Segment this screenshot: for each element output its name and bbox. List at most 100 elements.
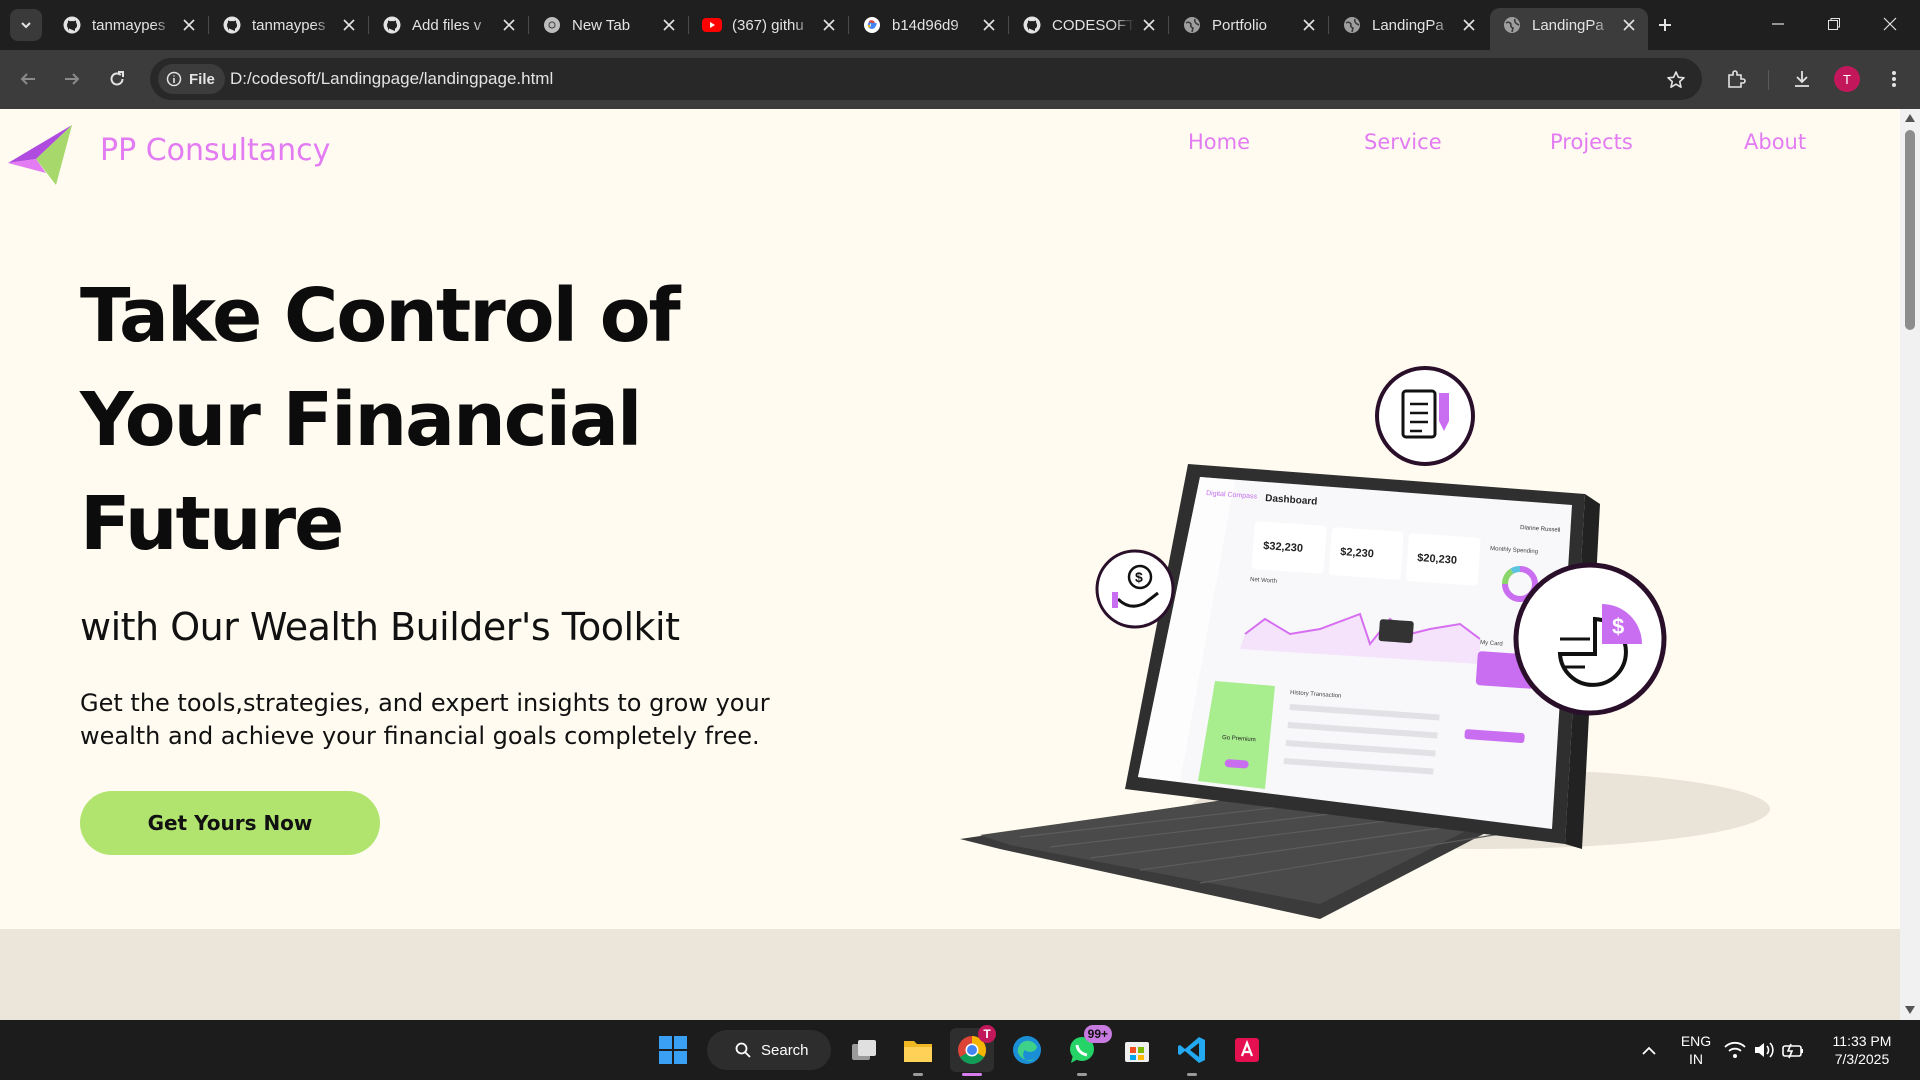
- browser-tab[interactable]: (367) githu: [690, 8, 849, 42]
- forward-button[interactable]: [56, 63, 88, 95]
- tab-close-button[interactable]: [1300, 16, 1318, 34]
- tab-close-button[interactable]: [980, 16, 998, 34]
- taskbar-file-explorer[interactable]: [896, 1028, 940, 1076]
- donut-segment-3: [1510, 566, 1521, 574]
- back-button[interactable]: [12, 63, 44, 95]
- browser-menu-button[interactable]: [1878, 63, 1910, 95]
- stat-value-2: $2,230: [1340, 546, 1374, 560]
- info-icon: [166, 71, 182, 87]
- chevron-up-icon: [1642, 1046, 1656, 1055]
- taskbar-vscode[interactable]: [1170, 1028, 1214, 1076]
- tab-title: tanmaypes: [92, 16, 166, 34]
- tray-overflow-button[interactable]: [1626, 1028, 1672, 1072]
- tab-close-button[interactable]: [180, 16, 198, 34]
- close-icon: [1883, 17, 1897, 31]
- clock[interactable]: 11:33 PM 7/3/2025: [1820, 1032, 1904, 1068]
- tab-close-button[interactable]: [340, 16, 358, 34]
- start-button[interactable]: [651, 1028, 695, 1072]
- scroll-down-button[interactable]: [1904, 1004, 1916, 1016]
- nav-projects[interactable]: Projects: [1550, 130, 1633, 154]
- star-icon: [1667, 71, 1685, 88]
- site-info-chip[interactable]: File: [158, 64, 225, 94]
- tab-close-button[interactable]: [1140, 16, 1158, 34]
- profile-avatar[interactable]: T: [1834, 66, 1860, 92]
- url-text[interactable]: D:/codesoft/Landingpage/landingpage.html: [230, 69, 553, 89]
- downloads-button[interactable]: [1786, 63, 1818, 95]
- tab-title: CODESOFT: [1052, 16, 1134, 34]
- taskbar-chrome[interactable]: T: [950, 1025, 996, 1076]
- close-window-button[interactable]: [1870, 8, 1910, 40]
- taskbar-search[interactable]: Search: [707, 1030, 831, 1070]
- address-bar[interactable]: File D:/codesoft/Landingpage/landingpage…: [150, 58, 1702, 100]
- browser-tab[interactable]: LandingPa: [1330, 8, 1488, 42]
- nav-service[interactable]: Service: [1364, 130, 1442, 154]
- toolbar-divider: [1768, 70, 1769, 90]
- tab-search-button[interactable]: [10, 9, 42, 41]
- chevron-down-icon: [21, 22, 31, 29]
- tab-close-button[interactable]: [1620, 16, 1638, 34]
- browser-tab[interactable]: CODESOFT: [1010, 8, 1169, 42]
- browser-tab[interactable]: New Tab: [530, 8, 689, 42]
- pie-chart-dollar-circle-icon: $: [1513, 562, 1667, 716]
- hero-title-line-3: Future: [80, 481, 344, 567]
- globe-icon: [1502, 15, 1522, 35]
- vscode-icon: [1178, 1037, 1205, 1063]
- minimize-button[interactable]: [1758, 8, 1798, 40]
- running-indicator: [913, 1073, 923, 1076]
- bookmark-button[interactable]: [1662, 66, 1690, 94]
- extensions-button[interactable]: [1720, 63, 1752, 95]
- hero-title-line-1: Take Control of: [80, 273, 681, 359]
- close-icon: [343, 19, 355, 31]
- github-icon: [222, 15, 242, 35]
- arrow-left-icon: [20, 73, 35, 85]
- reload-button[interactable]: [101, 63, 133, 95]
- arrow-right-icon: [65, 73, 80, 85]
- quick-settings-button[interactable]: [1720, 1028, 1810, 1072]
- brand-logo: [8, 125, 72, 185]
- globe-icon: [1182, 15, 1202, 35]
- hero-subtitle: with Our Wealth Builder's Toolkit: [80, 605, 680, 649]
- tab-close-button[interactable]: [500, 16, 518, 34]
- new-tab-button[interactable]: [1650, 10, 1680, 40]
- taskbar-autocad[interactable]: [1225, 1028, 1269, 1072]
- github-icon: [382, 15, 402, 35]
- brand-name[interactable]: PP Consultancy: [100, 133, 330, 168]
- get-yours-now-button[interactable]: Get Yours Now: [80, 791, 380, 855]
- tab-title: LandingPa: [1372, 16, 1444, 34]
- money-hand-circle-icon: $: [1095, 549, 1175, 629]
- tab-title: Add files v: [412, 16, 482, 34]
- scroll-thumb[interactable]: [1905, 130, 1915, 330]
- tab-close-button[interactable]: [1460, 16, 1478, 34]
- task-view-button[interactable]: [842, 1028, 886, 1072]
- page-scrollbar[interactable]: [1900, 109, 1920, 1020]
- taskbar-store[interactable]: [1115, 1028, 1159, 1072]
- nav-home[interactable]: Home: [1188, 130, 1250, 154]
- tab-separator: [528, 16, 529, 34]
- tab-strip: tanmaypes tanmaypes Add files v New Tab (367…: [0, 0, 1920, 50]
- tab-title: tanmaypes: [252, 16, 326, 34]
- nav-about[interactable]: About: [1744, 130, 1806, 154]
- browser-tab[interactable]: Add files v: [370, 8, 529, 42]
- windows-logo-icon: [659, 1036, 687, 1064]
- browser-tab[interactable]: tanmaypes: [210, 8, 369, 42]
- site-info-label: File: [189, 70, 215, 88]
- taskbar-edge[interactable]: [1005, 1028, 1049, 1072]
- browser-tab[interactable]: Portfolio: [1170, 8, 1329, 42]
- language-indicator[interactable]: ENG IN: [1678, 1032, 1714, 1068]
- browser-tab[interactable]: tanmaypes: [50, 8, 209, 42]
- tab-close-button[interactable]: [660, 16, 678, 34]
- close-icon: [823, 19, 835, 31]
- wifi-icon: [1724, 1041, 1746, 1058]
- taskbar-search-label: Search: [761, 1041, 809, 1059]
- browser-toolbar: File D:/codesoft/Landingpage/landingpage…: [0, 50, 1920, 109]
- browser-tab-active[interactable]: LandingPa: [1490, 8, 1648, 50]
- restore-button[interactable]: [1814, 8, 1854, 40]
- tab-close-button[interactable]: [820, 16, 838, 34]
- scroll-up-button[interactable]: [1904, 112, 1916, 124]
- go-premium-button: [1224, 759, 1249, 769]
- browser-tab[interactable]: b14d96d9: [850, 8, 1009, 42]
- store-icon: [1125, 1042, 1149, 1062]
- task-view-icon: [852, 1040, 876, 1060]
- taskbar-whatsapp[interactable]: 99+: [1060, 1025, 1112, 1076]
- running-indicator-active: [962, 1073, 982, 1076]
